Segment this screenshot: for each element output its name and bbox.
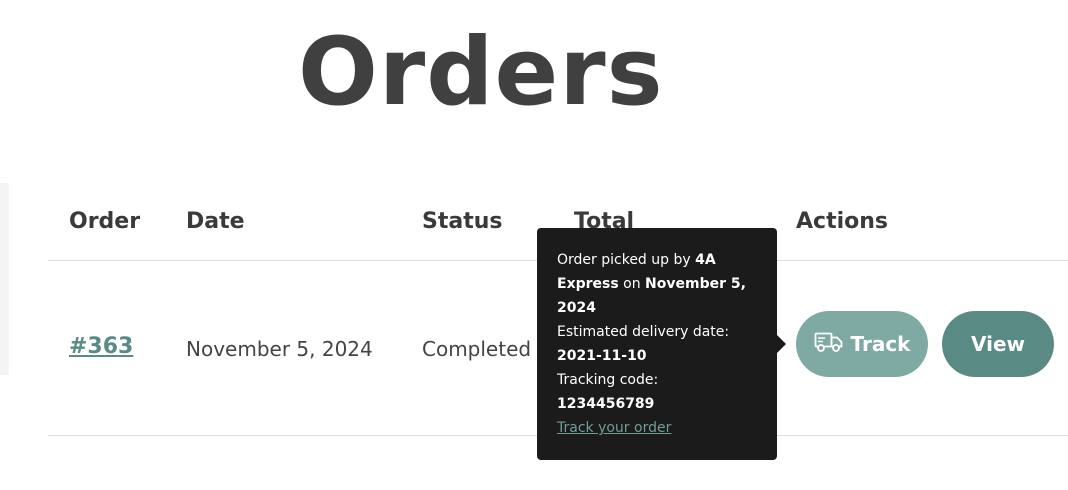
order-number-link[interactable]: #363: [69, 333, 133, 361]
tooltip-on-text: on: [618, 276, 646, 292]
tooltip-estimated-date: 2021-11-10: [557, 348, 647, 364]
track-your-order-link[interactable]: Track your order: [557, 416, 759, 440]
tooltip-tracking-code: 1234456789: [557, 396, 655, 412]
tooltip-estimated-label: Estimated delivery date:: [557, 324, 730, 340]
page-title: Orders: [298, 18, 664, 127]
track-button[interactable]: Track: [796, 311, 928, 377]
track-button-label: Track: [850, 332, 911, 356]
column-header-actions: Actions: [796, 209, 888, 234]
column-header-date: Date: [186, 209, 245, 234]
view-button-label: View: [970, 332, 1026, 356]
sidebar-edge: [0, 183, 9, 375]
view-button[interactable]: View: [942, 311, 1054, 377]
tooltip-pickup-prefix: Order picked up by: [557, 252, 696, 268]
order-status: Completed: [422, 337, 532, 361]
tooltip-pickup-line: Order picked up by 4A Express on Novembe…: [557, 248, 759, 320]
tracking-tooltip: Order picked up by 4A Express on Novembe…: [537, 228, 786, 460]
truck-icon: [814, 331, 851, 358]
column-header-order: Order: [69, 209, 141, 234]
order-date: November 5, 2024: [186, 337, 373, 361]
column-header-status: Status: [422, 209, 503, 234]
tooltip-tracking-label: Tracking code:: [557, 372, 659, 388]
